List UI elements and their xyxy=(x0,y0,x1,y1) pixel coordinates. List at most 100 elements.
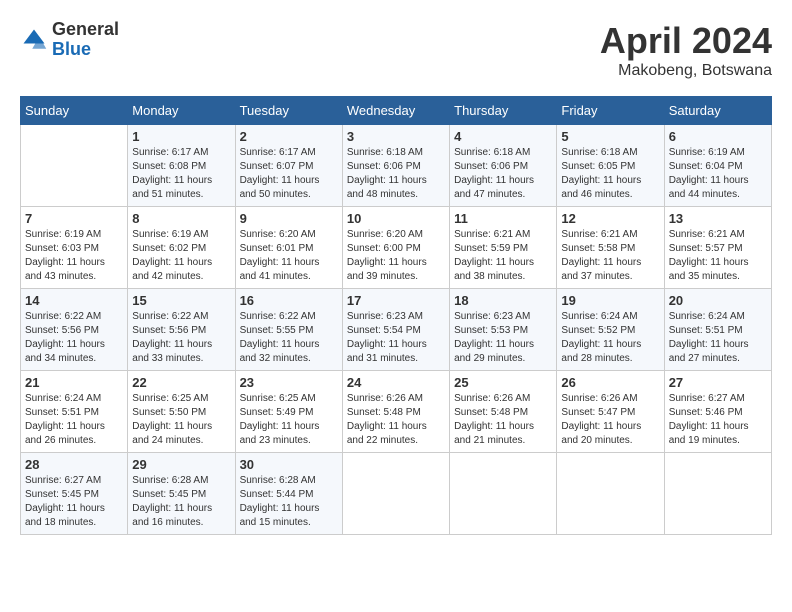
day-info: Sunrise: 6:17 AM Sunset: 6:07 PM Dayligh… xyxy=(240,146,338,202)
header-day-monday: Monday xyxy=(128,97,235,125)
calendar-cell: 28 Sunrise: 6:27 AM Sunset: 5:45 PM Dayli… xyxy=(21,453,128,535)
day-info: Sunrise: 6:27 AM Sunset: 5:45 PM Dayligh… xyxy=(25,474,123,530)
day-number: 13 xyxy=(669,211,767,226)
day-number: 15 xyxy=(132,293,230,308)
calendar-cell: 9Sunrise: 6:20 AM Sunset: 6:01 PM Daylig… xyxy=(235,207,342,289)
calendar-cell xyxy=(342,453,449,535)
week-row-4: 21 Sunrise: 6:24 AM Sunset: 5:51 PM Dayli… xyxy=(21,371,772,453)
day-info: Sunrise: 6:19 AM Sunset: 6:04 PM Dayligh… xyxy=(669,146,767,202)
day-info: Sunrise: 6:25 AM Sunset: 5:50 PM Dayligh… xyxy=(132,392,230,448)
day-number: 8 xyxy=(132,211,230,226)
calendar-cell: 18 Sunrise: 6:23 AM Sunset: 5:53 PM Dayli… xyxy=(450,289,557,371)
calendar-cell: 2 Sunrise: 6:17 AM Sunset: 6:07 PM Daylig… xyxy=(235,125,342,207)
day-number: 20 xyxy=(669,293,767,308)
day-info: Sunrise: 6:23 AM Sunset: 5:53 PM Dayligh… xyxy=(454,310,552,366)
day-number: 7 xyxy=(25,211,123,226)
day-info: Sunrise: 6:22 AM Sunset: 5:55 PM Dayligh… xyxy=(240,310,338,366)
day-info: Sunrise: 6:22 AM Sunset: 5:56 PM Dayligh… xyxy=(25,310,123,366)
calendar-cell: 3Sunrise: 6:18 AM Sunset: 6:06 PM Daylig… xyxy=(342,125,449,207)
day-number: 23 xyxy=(240,375,338,390)
header-day-sunday: Sunday xyxy=(21,97,128,125)
calendar-cell: 6 Sunrise: 6:19 AM Sunset: 6:04 PM Daylig… xyxy=(664,125,771,207)
day-info: Sunrise: 6:24 AM Sunset: 5:51 PM Dayligh… xyxy=(669,310,767,366)
day-info: Sunrise: 6:21 AM Sunset: 5:59 PM Dayligh… xyxy=(454,228,552,284)
calendar-cell: 16 Sunrise: 6:22 AM Sunset: 5:55 PM Dayli… xyxy=(235,289,342,371)
logo-general: General xyxy=(52,20,119,40)
day-number: 11 xyxy=(454,211,552,226)
calendar-cell: 26 Sunrise: 6:26 AM Sunset: 5:47 PM Dayli… xyxy=(557,371,664,453)
day-number: 1 xyxy=(132,129,230,144)
calendar-cell: 7 Sunrise: 6:19 AM Sunset: 6:03 PM Daylig… xyxy=(21,207,128,289)
logo: General Blue xyxy=(20,20,119,60)
day-number: 28 xyxy=(25,457,123,472)
day-info: Sunrise: 6:19 AM Sunset: 6:03 PM Dayligh… xyxy=(25,228,123,284)
calendar-cell xyxy=(664,453,771,535)
calendar-cell: 11 Sunrise: 6:21 AM Sunset: 5:59 PM Dayli… xyxy=(450,207,557,289)
day-info: Sunrise: 6:21 AM Sunset: 5:58 PM Dayligh… xyxy=(561,228,659,284)
calendar-cell: 13 Sunrise: 6:21 AM Sunset: 5:57 PM Dayli… xyxy=(664,207,771,289)
day-number: 2 xyxy=(240,129,338,144)
day-info: Sunrise: 6:20 AM Sunset: 6:00 PM Dayligh… xyxy=(347,228,445,284)
calendar-cell: 5 Sunrise: 6:18 AM Sunset: 6:05 PM Daylig… xyxy=(557,125,664,207)
calendar-cell: 4 Sunrise: 6:18 AM Sunset: 6:06 PM Daylig… xyxy=(450,125,557,207)
day-number: 26 xyxy=(561,375,659,390)
day-number: 30 xyxy=(240,457,338,472)
day-number: 22 xyxy=(132,375,230,390)
header-day-thursday: Thursday xyxy=(450,97,557,125)
calendar-cell: 23 Sunrise: 6:25 AM Sunset: 5:49 PM Dayli… xyxy=(235,371,342,453)
calendar-cell: 24Sunrise: 6:26 AM Sunset: 5:48 PM Dayli… xyxy=(342,371,449,453)
day-number: 24 xyxy=(347,375,445,390)
header-day-friday: Friday xyxy=(557,97,664,125)
day-info: Sunrise: 6:26 AM Sunset: 5:47 PM Dayligh… xyxy=(561,392,659,448)
week-row-5: 28 Sunrise: 6:27 AM Sunset: 5:45 PM Dayli… xyxy=(21,453,772,535)
day-info: Sunrise: 6:21 AM Sunset: 5:57 PM Dayligh… xyxy=(669,228,767,284)
page-header: General Blue April 2024 Makobeng, Botswa… xyxy=(20,20,772,80)
week-row-2: 7 Sunrise: 6:19 AM Sunset: 6:03 PM Daylig… xyxy=(21,207,772,289)
day-info: Sunrise: 6:27 AM Sunset: 5:46 PM Dayligh… xyxy=(669,392,767,448)
day-number: 25 xyxy=(454,375,552,390)
calendar-cell: 21 Sunrise: 6:24 AM Sunset: 5:51 PM Dayli… xyxy=(21,371,128,453)
day-number: 4 xyxy=(454,129,552,144)
week-row-3: 14 Sunrise: 6:22 AM Sunset: 5:56 PM Dayli… xyxy=(21,289,772,371)
calendar-cell: 20 Sunrise: 6:24 AM Sunset: 5:51 PM Dayli… xyxy=(664,289,771,371)
day-number: 14 xyxy=(25,293,123,308)
calendar-cell: 8Sunrise: 6:19 AM Sunset: 6:02 PM Daylig… xyxy=(128,207,235,289)
calendar-cell: 27 Sunrise: 6:27 AM Sunset: 5:46 PM Dayli… xyxy=(664,371,771,453)
day-number: 9 xyxy=(240,211,338,226)
calendar-cell xyxy=(21,125,128,207)
day-info: Sunrise: 6:25 AM Sunset: 5:49 PM Dayligh… xyxy=(240,392,338,448)
month-title: April 2024 xyxy=(600,20,772,62)
day-info: Sunrise: 6:24 AM Sunset: 5:51 PM Dayligh… xyxy=(25,392,123,448)
day-info: Sunrise: 6:17 AM Sunset: 6:08 PM Dayligh… xyxy=(132,146,230,202)
day-number: 17 xyxy=(347,293,445,308)
calendar-cell: 30 Sunrise: 6:28 AM Sunset: 5:44 PM Dayli… xyxy=(235,453,342,535)
day-info: Sunrise: 6:26 AM Sunset: 5:48 PM Dayligh… xyxy=(454,392,552,448)
day-number: 6 xyxy=(669,129,767,144)
day-info: Sunrise: 6:24 AM Sunset: 5:52 PM Dayligh… xyxy=(561,310,659,366)
day-number: 21 xyxy=(25,375,123,390)
day-number: 5 xyxy=(561,129,659,144)
day-number: 27 xyxy=(669,375,767,390)
header-day-saturday: Saturday xyxy=(664,97,771,125)
calendar-cell: 1 Sunrise: 6:17 AM Sunset: 6:08 PM Daylig… xyxy=(128,125,235,207)
day-info: Sunrise: 6:18 AM Sunset: 6:06 PM Dayligh… xyxy=(454,146,552,202)
calendar-cell: 19Sunrise: 6:24 AM Sunset: 5:52 PM Dayli… xyxy=(557,289,664,371)
calendar-cell: 15 Sunrise: 6:22 AM Sunset: 5:56 PM Dayli… xyxy=(128,289,235,371)
day-number: 16 xyxy=(240,293,338,308)
calendar-cell: 29Sunrise: 6:28 AM Sunset: 5:45 PM Dayli… xyxy=(128,453,235,535)
day-info: Sunrise: 6:18 AM Sunset: 6:05 PM Dayligh… xyxy=(561,146,659,202)
day-info: Sunrise: 6:28 AM Sunset: 5:45 PM Dayligh… xyxy=(132,474,230,530)
calendar-cell: 12 Sunrise: 6:21 AM Sunset: 5:58 PM Dayli… xyxy=(557,207,664,289)
day-info: Sunrise: 6:22 AM Sunset: 5:56 PM Dayligh… xyxy=(132,310,230,366)
calendar-table: SundayMondayTuesdayWednesdayThursdayFrid… xyxy=(20,96,772,535)
header-day-tuesday: Tuesday xyxy=(235,97,342,125)
day-number: 18 xyxy=(454,293,552,308)
logo-icon xyxy=(20,26,48,54)
day-number: 3 xyxy=(347,129,445,144)
logo-blue: Blue xyxy=(52,40,119,60)
day-number: 12 xyxy=(561,211,659,226)
calendar-header: SundayMondayTuesdayWednesdayThursdayFrid… xyxy=(21,97,772,125)
day-info: Sunrise: 6:28 AM Sunset: 5:44 PM Dayligh… xyxy=(240,474,338,530)
week-row-1: 1 Sunrise: 6:17 AM Sunset: 6:08 PM Daylig… xyxy=(21,125,772,207)
location: Makobeng, Botswana xyxy=(600,62,772,80)
